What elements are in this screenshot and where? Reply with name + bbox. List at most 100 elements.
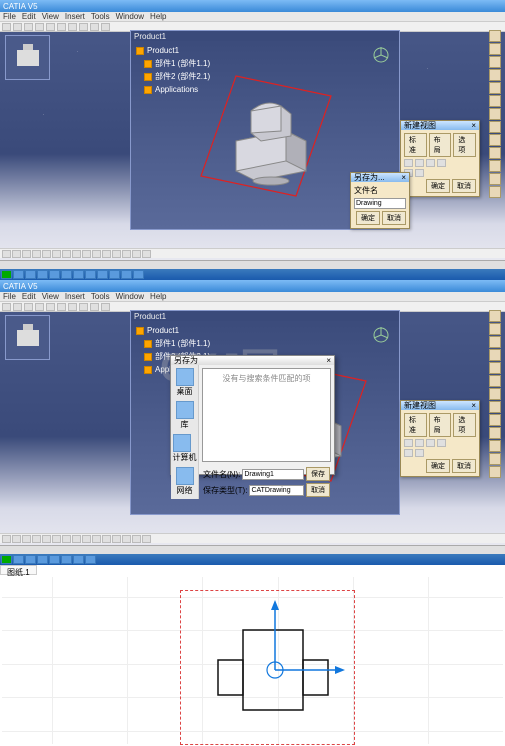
computer-icon[interactable] [173,434,191,452]
task-item[interactable] [37,270,48,279]
tool-btn[interactable] [489,95,501,107]
task-item[interactable] [121,270,132,279]
cancel-button[interactable]: 取消 [452,459,476,473]
tool-btn[interactable] [102,535,111,543]
menu-help[interactable]: Help [150,12,166,21]
ok-button[interactable]: 确定 [426,459,450,473]
view-icon[interactable] [415,159,424,167]
sheet-tab[interactable]: 图纸.1 [0,565,37,575]
view-icon[interactable] [404,439,413,447]
start-button[interactable] [1,270,12,279]
view-icon[interactable] [437,159,446,167]
tool-btn[interactable] [122,250,131,258]
tool-btn[interactable] [2,250,11,258]
menu-view[interactable]: View [42,12,59,21]
3d-model[interactable] [211,86,331,196]
tab-layout[interactable]: 布局 [429,413,452,437]
menu-file[interactable]: File [3,292,16,301]
task-item[interactable] [25,270,36,279]
menu-help[interactable]: Help [150,292,166,301]
menu-view[interactable]: View [42,292,59,301]
tool-btn[interactable] [489,173,501,185]
menu-tools[interactable]: Tools [91,292,110,301]
spec-tree[interactable]: Product1 部件1 (部件1.1) 部件2 (部件2.1) Applica… [136,45,210,97]
tool-btn[interactable] [489,414,501,426]
tool-btn[interactable] [489,30,501,42]
tool-btn[interactable] [62,535,71,543]
tool-btn[interactable] [489,466,501,478]
tool-btn[interactable] [68,303,77,311]
tool-btn[interactable] [79,303,88,311]
menu-window[interactable]: Window [116,292,144,301]
dialog-titlebar[interactable]: 另存为× [171,356,334,365]
library-icon[interactable] [176,401,194,419]
menu-insert[interactable]: Insert [65,12,85,21]
file-save-dialog[interactable]: 另存为× 桌面 库 计算机 网络 没有与搜索条件匹配的项 文件名(N):Draw… [170,355,335,475]
view-dialog[interactable]: 新建视图× 标准布局选项 确定取消 [400,400,480,477]
tool-btn[interactable] [142,250,151,258]
tool-btn[interactable] [489,362,501,374]
ok-button[interactable]: 确定 [356,211,380,225]
compass-icon[interactable] [371,45,391,65]
tool-btn[interactable] [489,310,501,322]
tree-item[interactable]: 部件1 (部件1.1) [144,338,210,350]
tool-btn[interactable] [52,535,61,543]
tab-standard[interactable]: 标准 [404,413,427,437]
tool-btn[interactable] [90,23,99,31]
tool-btn[interactable] [32,250,41,258]
tab-options[interactable]: 选项 [453,413,476,437]
tool-btn[interactable] [24,303,33,311]
view-dialog[interactable]: 新建视图× 标准布局选项 确定取消 [400,120,480,197]
tab-layout[interactable]: 布局 [429,133,452,157]
tool-btn[interactable] [42,250,51,258]
thumbnail-viewport[interactable] [5,35,50,80]
tree-root[interactable]: Product1 [136,325,210,337]
tool-btn[interactable] [82,250,91,258]
tool-btn[interactable] [62,250,71,258]
tool-btn[interactable] [489,43,501,55]
windows-taskbar[interactable] [0,269,505,280]
tool-btn[interactable] [489,323,501,335]
task-item[interactable] [97,270,108,279]
dialog-titlebar[interactable]: 新建视图× [401,121,479,130]
tool-btn[interactable] [102,250,111,258]
tool-btn[interactable] [132,250,141,258]
cancel-button[interactable]: 取消 [306,483,330,497]
task-item[interactable] [73,270,84,279]
view-icon[interactable] [437,439,446,447]
view-icon[interactable] [415,169,424,177]
tree-item[interactable]: 部件2 (部件2.1) [144,71,210,83]
tool-btn[interactable] [57,23,66,31]
compass-icon[interactable] [371,325,391,345]
task-item[interactable] [85,270,96,279]
tool-btn[interactable] [13,303,22,311]
tool-btn[interactable] [52,250,61,258]
tool-btn[interactable] [92,250,101,258]
tool-btn[interactable] [42,535,51,543]
tool-btn[interactable] [2,535,11,543]
tool-btn[interactable] [489,160,501,172]
menu-file[interactable]: File [3,12,16,21]
menu-insert[interactable]: Insert [65,292,85,301]
menu-window[interactable]: Window [116,12,144,21]
tool-btn[interactable] [92,535,101,543]
tool-btn[interactable] [22,250,31,258]
tool-btn[interactable] [489,453,501,465]
tool-btn[interactable] [72,535,81,543]
menu-tools[interactable]: Tools [91,12,110,21]
tool-btn[interactable] [489,440,501,452]
filename-input[interactable]: Drawing1 [242,469,304,480]
tool-btn[interactable] [68,23,77,31]
tool-btn[interactable] [13,23,22,31]
filename-input[interactable]: Drawing [354,198,406,209]
tool-btn[interactable] [2,303,11,311]
ok-button[interactable]: 确定 [426,179,450,193]
menu-edit[interactable]: Edit [22,292,36,301]
tool-btn[interactable] [35,303,44,311]
task-item[interactable] [13,270,24,279]
tool-btn[interactable] [46,23,55,31]
tool-btn[interactable] [489,336,501,348]
task-item[interactable] [49,555,60,564]
thumbnail-viewport[interactable] [5,315,50,360]
task-item[interactable] [73,555,84,564]
